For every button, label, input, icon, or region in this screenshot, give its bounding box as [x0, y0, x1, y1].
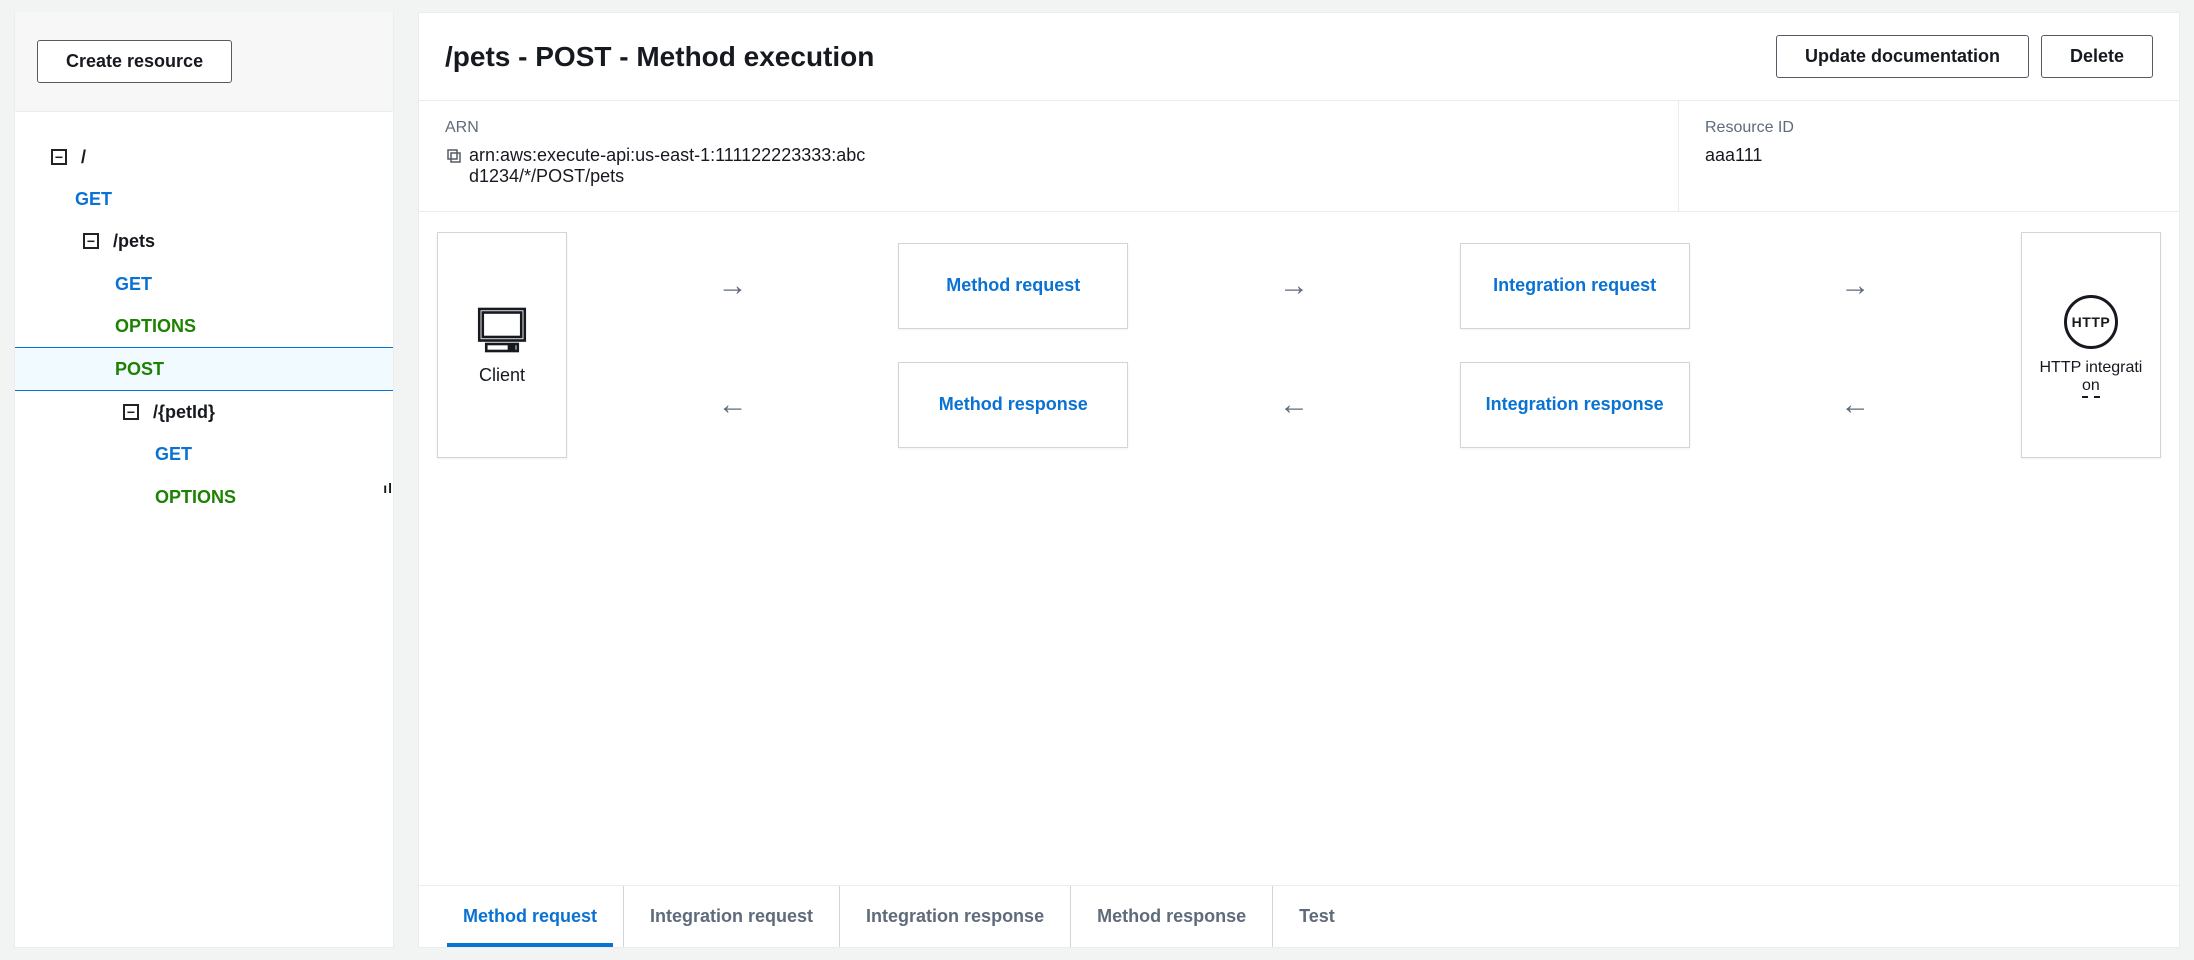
resource-id-label: Resource ID	[1705, 119, 2153, 137]
resource-tree: − / GET − /pets GET OPTIONS POST − /{pet…	[15, 112, 393, 947]
copy-icon[interactable]	[445, 147, 463, 165]
arrow-right-icon: →	[698, 269, 768, 303]
arn-label: ARN	[445, 119, 1652, 137]
collapse-icon[interactable]: −	[51, 149, 67, 165]
tab-method-request[interactable]: Method request	[437, 886, 624, 947]
resources-sidebar: Create resource − / GET − /pets GET OPTI…	[14, 12, 394, 948]
collapse-icon[interactable]: −	[123, 404, 139, 420]
tree-node-pets[interactable]: − /pets	[15, 220, 393, 262]
http-integration-label: HTTP integrati on	[2040, 359, 2143, 395]
resource-id-cell: Resource ID aaa111	[1679, 101, 2179, 211]
tree-node-pets-get[interactable]: GET	[15, 263, 393, 305]
method-label-post: POST	[115, 352, 164, 386]
client-monitor-icon	[474, 305, 530, 355]
page-title: /pets - POST - Method execution	[445, 41, 874, 73]
tree-node-pets-options[interactable]: OPTIONS	[15, 305, 393, 347]
update-documentation-button[interactable]: Update documentation	[1776, 35, 2029, 78]
client-card: Client	[437, 232, 567, 458]
delete-button[interactable]: Delete	[2041, 35, 2153, 78]
tree-label-pets: /pets	[113, 224, 155, 258]
tree-node-petid-options[interactable]: OPTIONS	[15, 476, 393, 518]
arn-value: arn:aws:execute-api:us-east-1:1111222233…	[469, 145, 869, 187]
arrow-left-icon: ←	[1820, 388, 1890, 422]
method-response-card[interactable]: Method response	[898, 362, 1128, 448]
tab-integration-request[interactable]: Integration request	[624, 886, 840, 947]
integration-request-card[interactable]: Integration request	[1460, 243, 1690, 329]
arn-cell: ARN arn:aws:execute-api:us-east-1:111122…	[419, 101, 1679, 211]
http-badge-icon: HTTP	[2064, 295, 2118, 349]
method-label-options: OPTIONS	[115, 309, 196, 343]
method-request-card[interactable]: Method request	[898, 243, 1128, 329]
arrow-left-icon: ←	[1259, 388, 1329, 422]
collapse-icon[interactable]: −	[83, 233, 99, 249]
arrow-right-icon: →	[1259, 269, 1329, 303]
tab-test[interactable]: Test	[1273, 886, 1361, 947]
tree-label-petid: /{petId}	[153, 395, 215, 429]
tree-node-root[interactable]: − /	[15, 136, 393, 178]
method-label-options: OPTIONS	[155, 480, 236, 514]
tree-node-petid[interactable]: − /{petId}	[15, 391, 393, 433]
header-actions: Update documentation Delete	[1776, 35, 2153, 78]
flow-diagram: Client → Method request → Integration re…	[419, 212, 2179, 885]
arrow-left-icon: ←	[698, 388, 768, 422]
client-label: Client	[479, 365, 525, 386]
http-integration-card: HTTP HTTP integrati on	[2021, 232, 2161, 458]
info-bar: ARN arn:aws:execute-api:us-east-1:111122…	[419, 101, 2179, 212]
integration-response-card[interactable]: Integration response	[1460, 362, 1690, 448]
resize-handle-icon[interactable]: ıl	[383, 480, 393, 496]
tree-node-petid-get[interactable]: GET	[15, 433, 393, 475]
tree-node-root-get[interactable]: GET	[15, 178, 393, 220]
method-label-get: GET	[115, 267, 152, 301]
tree-node-pets-post[interactable]: POST	[15, 347, 393, 391]
tab-method-response[interactable]: Method response	[1071, 886, 1273, 947]
tab-integration-response[interactable]: Integration response	[840, 886, 1071, 947]
tree-label-root: /	[81, 140, 86, 174]
panel-header: /pets - POST - Method execution Update d…	[419, 13, 2179, 101]
sidebar-toolbar: Create resource	[15, 12, 393, 112]
method-tabs: Method request Integration request Integ…	[419, 885, 2179, 947]
arrow-right-icon: →	[1820, 269, 1890, 303]
app-root: Create resource − / GET − /pets GET OPTI…	[0, 0, 2194, 960]
create-resource-button[interactable]: Create resource	[37, 40, 232, 83]
method-label-get: GET	[75, 182, 112, 216]
method-execution-panel: /pets - POST - Method execution Update d…	[418, 12, 2180, 948]
method-label-get: GET	[155, 437, 192, 471]
resource-id-value: aaa111	[1705, 145, 2105, 166]
